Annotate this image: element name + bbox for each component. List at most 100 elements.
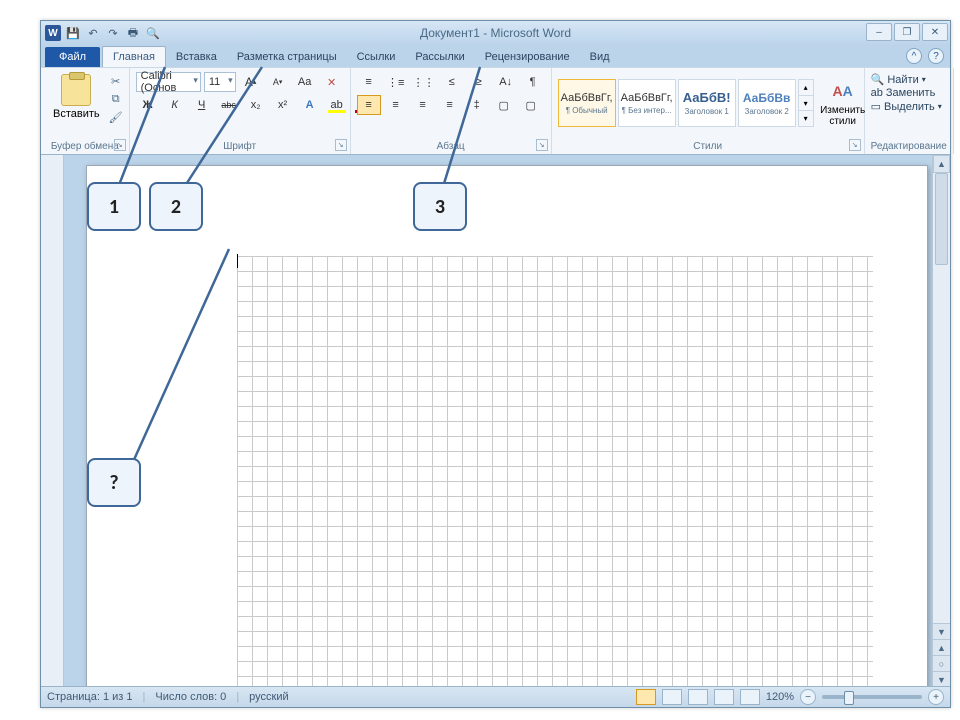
scroll-up-button[interactable]: ▲ [933, 155, 950, 173]
align-center-button[interactable]: ≡ [384, 95, 408, 115]
tab-insert[interactable]: Вставка [166, 47, 227, 67]
vertical-ruler[interactable] [41, 155, 64, 687]
tab-home[interactable]: Главная [102, 46, 166, 67]
print-layout-view[interactable] [636, 689, 656, 705]
gridlines [237, 256, 873, 687]
style-no-spacing[interactable]: АаБбВвГг, ¶ Без интер... [618, 79, 676, 127]
clear-formatting-button[interactable]: ✕ [320, 72, 344, 92]
paragraph-label: Абзац [357, 139, 545, 152]
increase-indent-button[interactable]: ≥ [467, 72, 491, 92]
document-area: ▲ ▼ ▲ ○ ▼ [41, 155, 950, 687]
quick-print-icon[interactable]: 🖶 [125, 25, 141, 41]
clipboard-dialog-launcher[interactable]: ↘ [114, 139, 126, 151]
next-page-button[interactable]: ▼ [933, 671, 950, 687]
undo-icon[interactable]: ↶ [85, 25, 101, 41]
zoom-slider-thumb[interactable] [844, 691, 854, 705]
numbering-button[interactable]: ⋮≡ [384, 72, 408, 92]
italic-button[interactable]: К [163, 95, 187, 115]
styles-scroll-down[interactable]: ▾ [799, 96, 813, 112]
select-button[interactable]: ▭Выделить▾ [871, 100, 947, 113]
clipboard-label: Буфер обмена [47, 139, 123, 152]
paste-button[interactable]: Вставить [47, 72, 106, 122]
paragraph-dialog-launcher[interactable]: ↘ [536, 139, 548, 151]
find-button[interactable]: 🔍Найти▾ [871, 73, 947, 86]
style-heading2[interactable]: АаБбВв Заголовок 2 [738, 79, 796, 127]
word-count[interactable]: Число слов: 0 [155, 691, 226, 703]
document-viewport[interactable] [64, 155, 932, 687]
show-marks-button[interactable]: ¶ [521, 72, 545, 92]
save-icon[interactable]: 💾 [65, 25, 81, 41]
underline-button[interactable]: Ч [190, 95, 214, 115]
previous-page-button[interactable]: ▲ [933, 639, 950, 655]
styles-gallery[interactable]: АаБбВвГг, ¶ Обычный АаБбВвГг, ¶ Без инте… [558, 79, 814, 127]
outline-view[interactable] [714, 689, 734, 705]
tab-view[interactable]: Вид [580, 47, 620, 67]
highlight-button[interactable]: ab [325, 95, 349, 115]
format-painter-icon[interactable]: 🖌 [109, 110, 123, 124]
full-screen-view[interactable] [662, 689, 682, 705]
group-clipboard: Вставить ✂ ⧉ 🖌 Буфер обмена ↘ [41, 68, 130, 154]
cut-icon[interactable]: ✂ [109, 74, 123, 88]
minimize-ribbon-icon[interactable]: ^ [906, 48, 922, 64]
shading-button[interactable]: ▢ [492, 95, 516, 115]
superscript-button[interactable]: x² [271, 95, 295, 115]
multilevel-list-button[interactable]: ⋮⋮ [411, 72, 437, 92]
callout-1: 1 [87, 182, 141, 231]
zoom-in-button[interactable]: + [928, 689, 944, 705]
scroll-thumb[interactable] [935, 173, 948, 265]
scroll-down-button[interactable]: ▼ [933, 623, 950, 639]
vertical-scrollbar[interactable]: ▲ ▼ ▲ ○ ▼ [932, 155, 950, 687]
grow-font-button[interactable]: A▴ [239, 72, 263, 92]
copy-icon[interactable]: ⧉ [109, 92, 123, 106]
text-effects-button[interactable]: A [298, 95, 322, 115]
tab-file[interactable]: Файл [45, 47, 100, 67]
close-button[interactable]: ✕ [922, 23, 948, 41]
ribbon: Вставить ✂ ⧉ 🖌 Буфер обмена ↘ Calibri (О… [41, 67, 950, 155]
styles-scroll-up[interactable]: ▴ [799, 80, 813, 96]
page[interactable] [86, 165, 928, 687]
align-left-button[interactable]: ≡ [357, 95, 381, 115]
subscript-button[interactable]: x₂ [244, 95, 268, 115]
decrease-indent-button[interactable]: ≤ [440, 72, 464, 92]
style-normal[interactable]: АаБбВвГг, ¶ Обычный [558, 79, 616, 127]
draft-view[interactable] [740, 689, 760, 705]
justify-button[interactable]: ≡ [438, 95, 462, 115]
font-name-combo[interactable]: Calibri (Основ [136, 72, 201, 92]
styles-more[interactable]: ▾ [799, 111, 813, 126]
bold-button[interactable]: Ж [136, 95, 160, 115]
tab-review[interactable]: Рецензирование [475, 47, 580, 67]
style-heading1[interactable]: АаБбВ! Заголовок 1 [678, 79, 736, 127]
font-dialog-launcher[interactable]: ↘ [335, 139, 347, 151]
web-layout-view[interactable] [688, 689, 708, 705]
replace-button[interactable]: abЗаменить [871, 87, 947, 99]
font-size-combo[interactable]: 11 [204, 72, 236, 92]
align-right-button[interactable]: ≡ [411, 95, 435, 115]
change-styles-button[interactable]: AA Изменить стили [821, 79, 865, 127]
restore-button[interactable]: ❐ [894, 23, 920, 41]
styles-dialog-launcher[interactable]: ↘ [849, 139, 861, 151]
find-icon: 🔍 [871, 73, 885, 86]
print-preview-icon[interactable]: 🔍 [145, 25, 161, 41]
zoom-slider[interactable] [822, 695, 922, 699]
zoom-out-button[interactable]: − [800, 689, 816, 705]
help-icon[interactable]: ? [928, 48, 944, 64]
minimize-button[interactable]: – [866, 23, 892, 41]
shrink-font-button[interactable]: A▾ [266, 72, 290, 92]
group-styles: АаБбВвГг, ¶ Обычный АаБбВвГг, ¶ Без инте… [552, 68, 865, 154]
page-indicator[interactable]: Страница: 1 из 1 [47, 691, 133, 703]
line-spacing-button[interactable]: ‡ [465, 95, 489, 115]
font-label: Шрифт [136, 139, 344, 152]
borders-button[interactable]: ▢ [519, 95, 543, 115]
strikethrough-button[interactable]: abc [217, 95, 241, 115]
change-case-button[interactable]: Aa [293, 72, 317, 92]
language-indicator[interactable]: русский [249, 691, 288, 703]
tab-page-layout[interactable]: Разметка страницы [227, 47, 347, 67]
redo-icon[interactable]: ↷ [105, 25, 121, 41]
bullets-button[interactable]: ≡ [357, 72, 381, 92]
sort-button[interactable]: A↓ [494, 72, 518, 92]
tab-mailings[interactable]: Рассылки [405, 47, 474, 67]
tab-references[interactable]: Ссылки [347, 47, 406, 67]
word-icon[interactable]: W [45, 25, 61, 41]
browse-object-button[interactable]: ○ [933, 655, 950, 671]
zoom-level[interactable]: 120% [766, 691, 794, 703]
